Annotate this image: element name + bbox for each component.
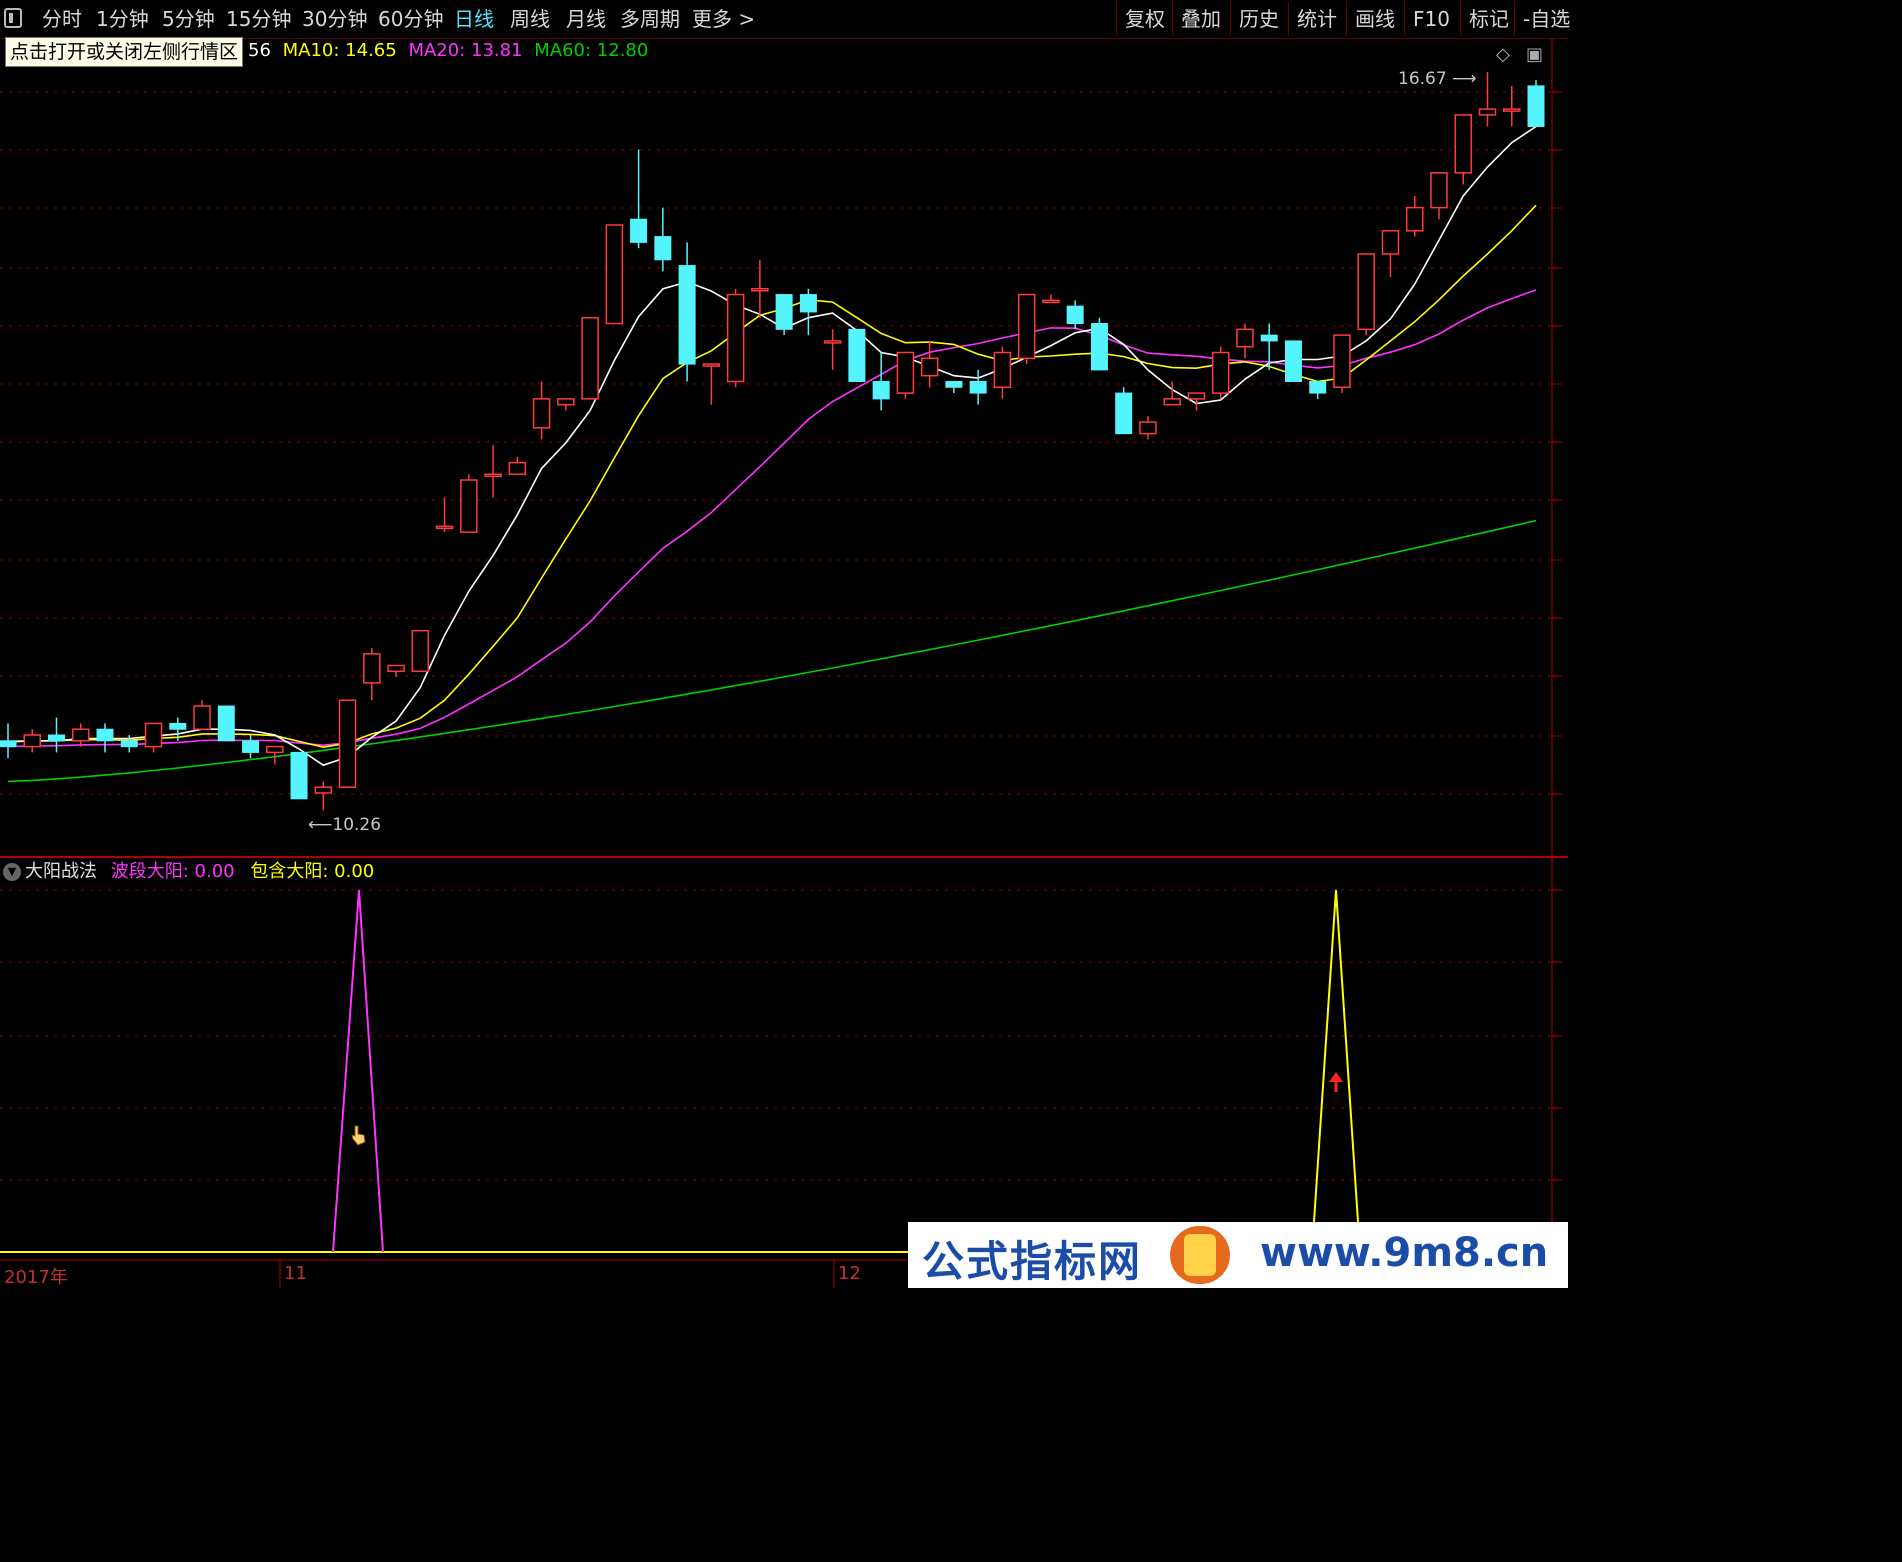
candle-body-down [96,728,114,742]
candle-body-up [920,357,939,377]
candle-body-up [508,461,527,475]
candle-body-up [484,473,502,477]
candle-body-down [120,740,138,748]
ma20-line [7,289,1537,748]
candle-body-down [1309,380,1327,394]
ma5-value: 56 [248,40,271,61]
ma10-value: MA10: 14.65 [282,40,397,61]
ma-legend: 56 MA10: 14.65 MA20: 13.81 MA60: 12.80 [248,40,654,61]
candle-body-up [193,705,211,730]
ma20-value: MA20: 13.81 [408,40,523,61]
candle-body-up [1236,328,1254,348]
series1-value: 0.00 [194,861,235,882]
candle-body-down [169,722,187,730]
candle-body-up [557,398,575,406]
candle-body-up [726,293,745,383]
candle-body-up [460,479,478,533]
candle-body-down [48,734,66,742]
candle-body-up [72,728,90,742]
series1-peak [332,889,384,1253]
candle-body-down [654,236,672,261]
candle-body-up [1042,299,1060,304]
low-price-label: ⟵10.26 [308,815,382,835]
candle-body-down [1115,392,1133,435]
candle-body-down [1090,323,1108,371]
candle-body-up [1478,108,1497,116]
candle-body-up [751,288,769,292]
sidebar-tooltip: 点击打开或关闭左侧行情区 [5,37,244,67]
watermark-url-text: www.9m8.cn [1260,1230,1549,1276]
candle-body-down [678,265,696,365]
candle-body-up [1187,392,1206,400]
series2-peak [1311,889,1361,1253]
candle-body-up [1502,108,1521,112]
candle-body-down [1284,340,1302,382]
ma10-line [7,204,1537,749]
candle-body-up [1405,206,1424,232]
date-label-nov: 11 [284,1263,307,1284]
candle-body-up [1381,230,1400,255]
candle-body-down [217,705,235,742]
candle-body-up [896,351,915,394]
candle-body-down [969,380,987,394]
candle-body-up [387,664,405,673]
candle-body-up [338,699,357,788]
candle-body-up [1430,172,1448,209]
candle-body-down [1066,305,1084,325]
candle-body-up [1333,334,1351,389]
candle-body-down [242,740,260,753]
candle-body-up [702,363,721,367]
watermark-banner: 公式指标网 www.9m8.cn [908,1222,1568,1288]
window-icon[interactable]: ▣ [1526,44,1543,65]
candle-body-up [144,722,163,748]
candle-body-up [1017,293,1036,360]
candle-body-down [630,218,648,243]
watermark-logo-icon [1170,1226,1230,1284]
ma5-line [7,125,1537,767]
candle-body-down [799,294,817,313]
indicator-title: ▼ 大阳战法 波段大阳: 0.00 包含大阳: 0.00 [0,860,374,884]
high-price-label: 16.67 ⟶ [1398,69,1477,89]
candle-body-up [1357,253,1375,331]
candle-body-up [23,734,42,748]
series2-value: 0.00 [334,861,375,882]
candle-body-down [945,380,963,388]
diamond-icon[interactable]: ◇ [1496,44,1510,65]
candle-body-down [848,328,866,382]
candle-body-down [0,740,17,748]
candle-body-up [266,745,284,754]
candle-body-down [290,751,308,800]
series2-label: 包含大阳: [250,861,329,882]
date-label-dec: 12 [838,1263,861,1284]
candle-body-up [1454,114,1472,174]
candle-body-down [1260,334,1278,342]
candle-body-up [581,316,599,400]
ma60-value: MA60: 12.80 [534,40,649,61]
series1-label: 波段大阳: [110,861,189,882]
candle-body-up [363,653,381,684]
candle-body-up [314,786,333,794]
collapse-icon[interactable]: ▼ [3,863,21,881]
candle-body-up [411,629,430,673]
high-price-value: 16.67 [1398,69,1447,89]
date-label-year: 2017年 [4,1267,68,1288]
candle-body-up [435,525,454,530]
candle-body-down [1527,85,1545,127]
low-price-value: 10.26 [332,815,382,835]
candle-body-up [823,340,842,344]
kline-chart[interactable] [0,0,1568,1288]
candle-body-up [1211,351,1230,394]
candle-body-up [1163,398,1181,406]
candle-body-up [532,398,551,429]
candle-body-down [775,294,793,330]
candle-body-up [993,351,1012,389]
indicator-name: 大阳战法 [25,861,97,882]
candle-body-up [1139,421,1157,435]
hand-cursor-icon [351,1125,366,1146]
candle-body-down [872,380,890,400]
watermark-left-text: 公式指标网 [922,1237,1143,1286]
candle-body-up [605,224,624,325]
